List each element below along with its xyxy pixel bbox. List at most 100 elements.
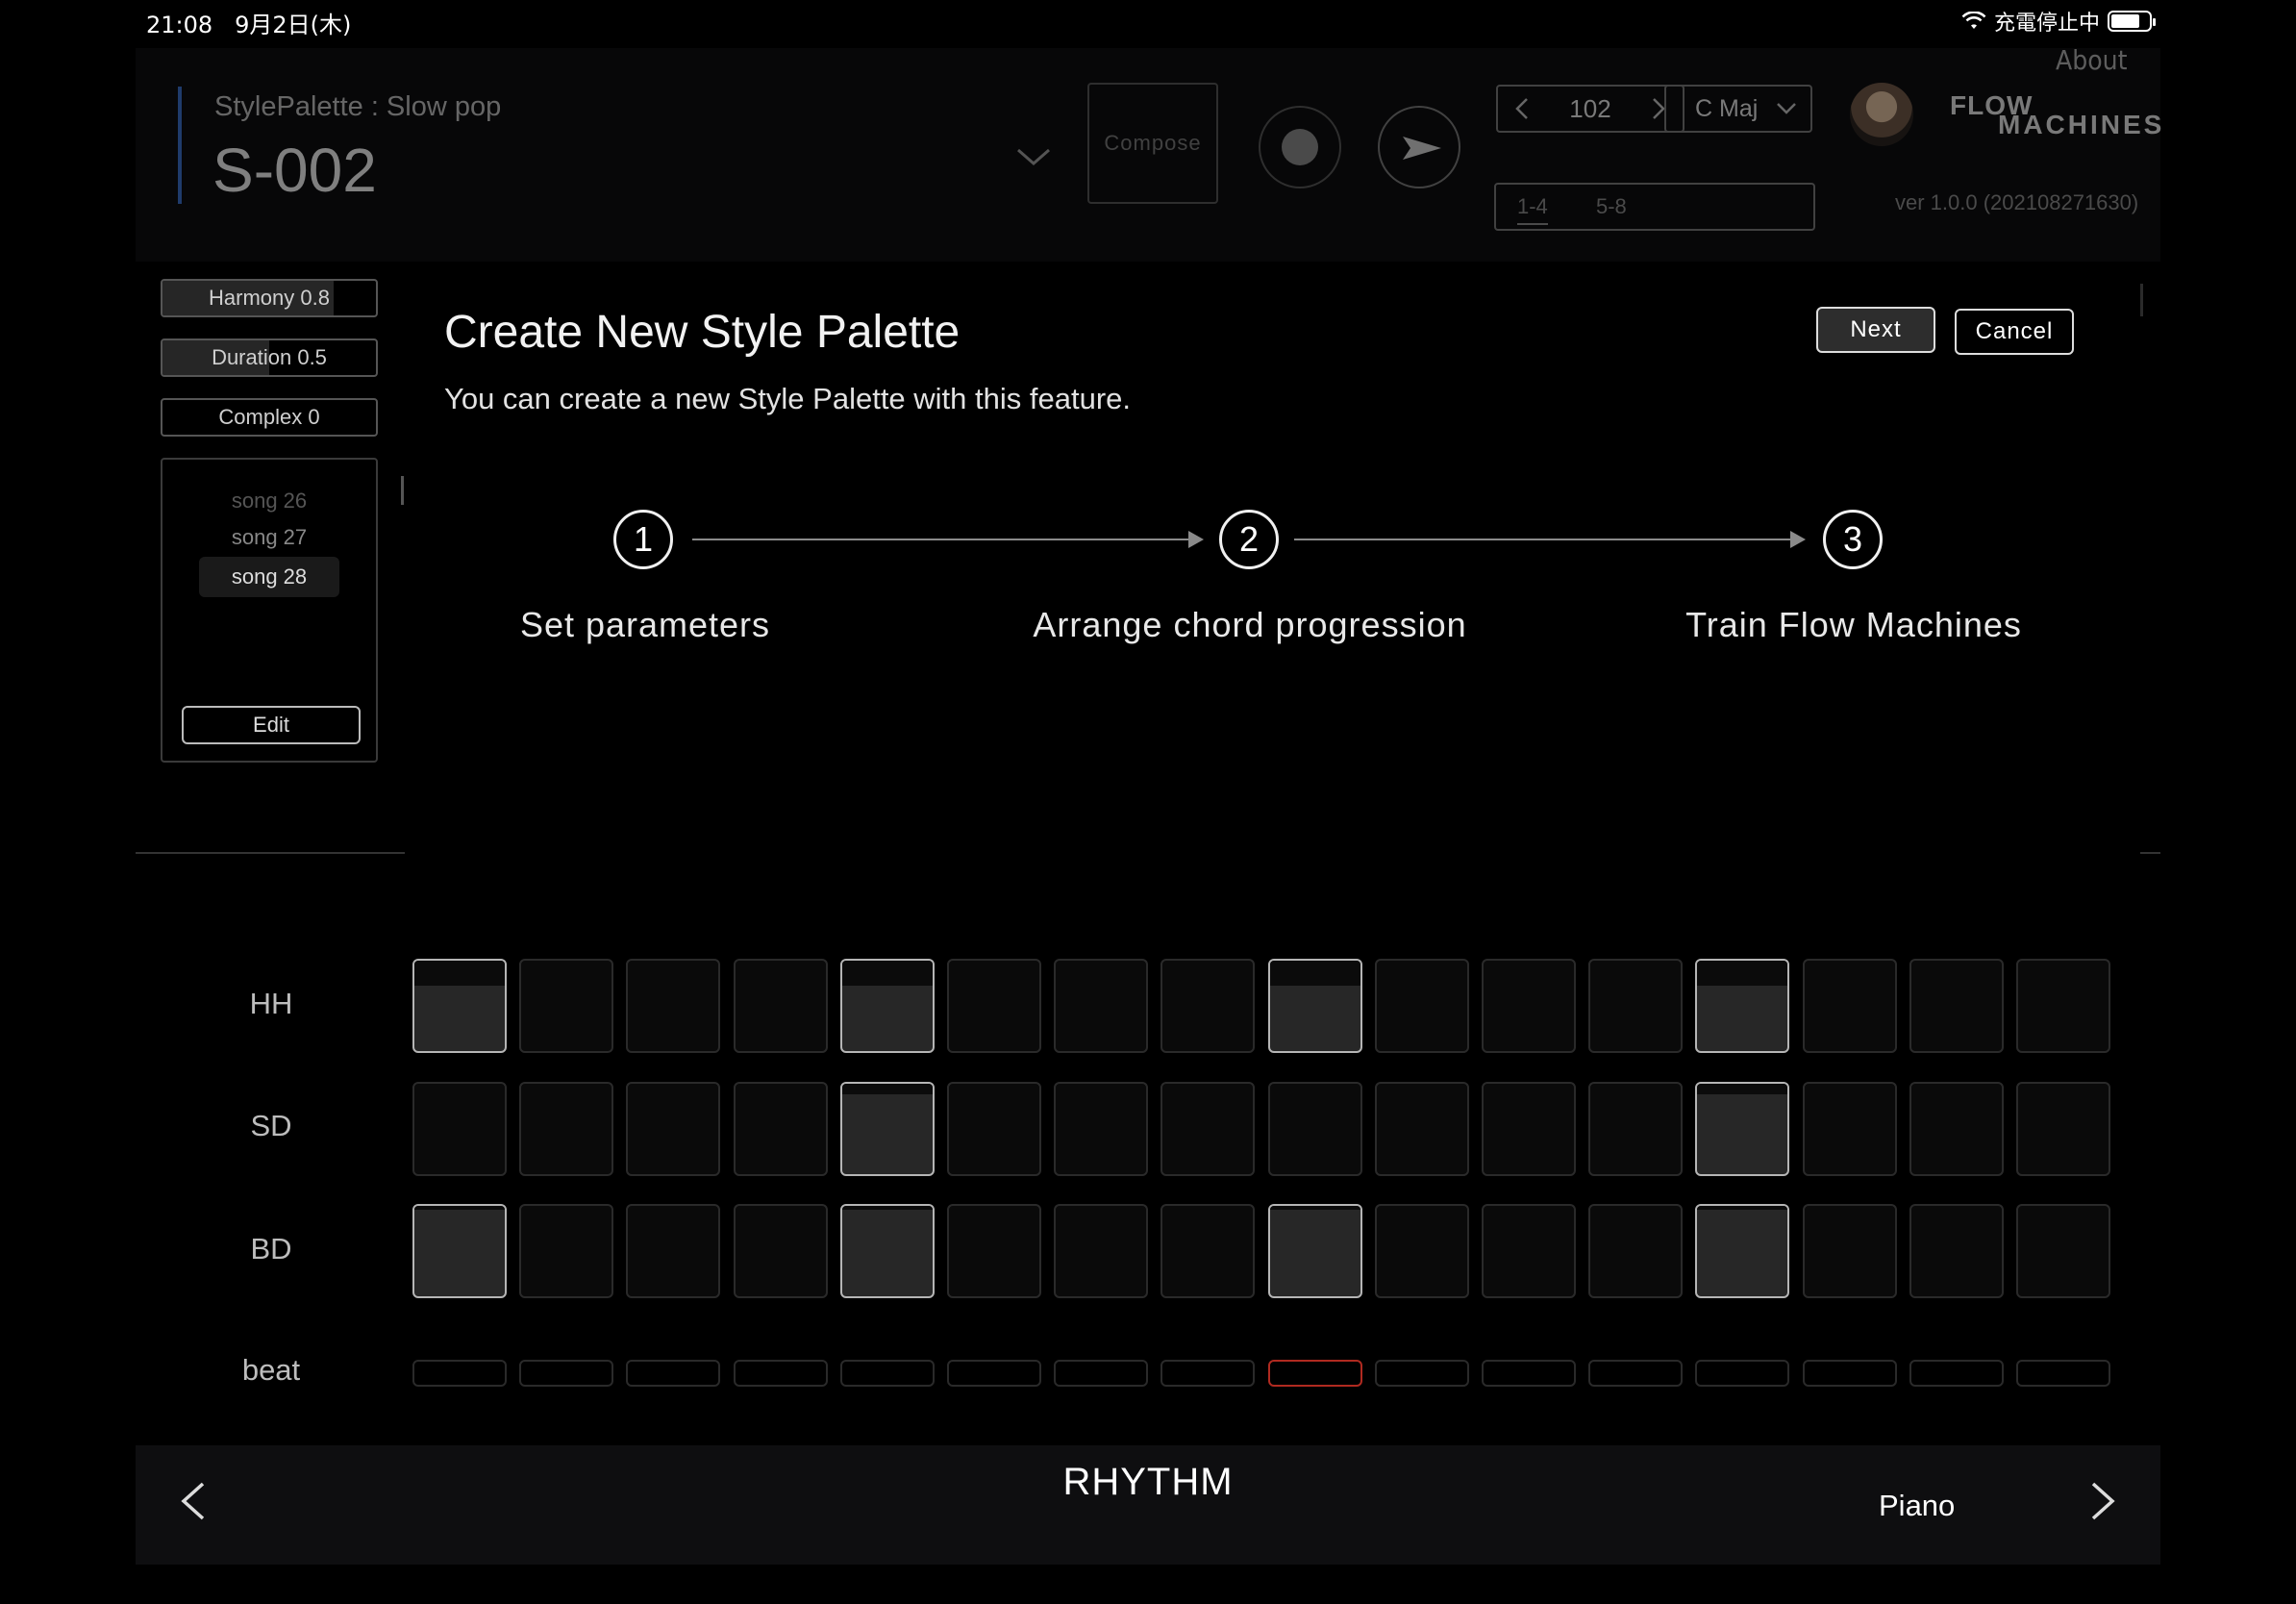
play-button[interactable] — [1378, 106, 1460, 188]
harmony-label: Harmony 0.8 — [209, 286, 330, 310]
chevron-down-icon[interactable] — [1014, 146, 1053, 169]
step-cell-hh-15[interactable] — [1909, 959, 2004, 1053]
song-list-item[interactable]: song 27 — [162, 525, 376, 550]
status-bar-right: 充電停止中 — [1961, 6, 2156, 37]
row-label-sd: SD — [250, 1109, 292, 1142]
scrollbar[interactable] — [401, 476, 404, 505]
step-cell-bd-12[interactable] — [1588, 1204, 1683, 1298]
wifi-icon — [1961, 12, 1986, 29]
step-cell-hh-2[interactable] — [519, 959, 613, 1053]
step-cell-hh-16[interactable] — [2016, 959, 2110, 1053]
step-cell-hh-12[interactable] — [1588, 959, 1683, 1053]
step-cell-hh-14[interactable] — [1803, 959, 1897, 1053]
step-cell-bd-7[interactable] — [1054, 1204, 1148, 1298]
step-cell-bd-6[interactable] — [947, 1204, 1041, 1298]
step-cell-hh-8[interactable] — [1160, 959, 1255, 1053]
step-cell-bd-8[interactable] — [1160, 1204, 1255, 1298]
play-icon — [1403, 137, 1441, 160]
app-header: StylePalette : Slow pop S-002 Compose 10… — [136, 44, 2161, 262]
logo-machines: MACHINES — [1998, 110, 2165, 139]
beat-indicator-12 — [1588, 1360, 1683, 1387]
step-cell-hh-1[interactable] — [412, 959, 507, 1053]
status-bar-clock: 21:08 9月2日(木) — [146, 6, 351, 39]
compose-button[interactable]: Compose — [1087, 83, 1218, 204]
step-cell-sd-3[interactable] — [626, 1082, 720, 1176]
step-cell-sd-15[interactable] — [1909, 1082, 2004, 1176]
song-list[interactable]: song 26 song 27 song 28 Edit — [161, 458, 378, 763]
user-avatar[interactable] — [1850, 83, 1913, 146]
step-cell-sd-8[interactable] — [1160, 1082, 1255, 1176]
beat-indicator-11 — [1482, 1360, 1576, 1387]
complex-slider[interactable]: Complex 0 — [161, 398, 378, 437]
chevron-right-icon[interactable] — [1652, 97, 1665, 120]
step-cell-bd-13[interactable] — [1695, 1204, 1789, 1298]
bar-range-5-8[interactable]: 5-8 — [1596, 194, 1627, 219]
step-cell-bd-16[interactable] — [2016, 1204, 2110, 1298]
step-cell-sd-14[interactable] — [1803, 1082, 1897, 1176]
status-time: 21:08 — [146, 12, 213, 38]
step-cell-hh-9[interactable] — [1268, 959, 1362, 1053]
step-cell-sd-7[interactable] — [1054, 1082, 1148, 1176]
cancel-button[interactable]: Cancel — [1955, 309, 2074, 355]
step-2-label: Arrange chord progression — [1033, 605, 1467, 644]
step-cell-hh-3[interactable] — [626, 959, 720, 1053]
key-select[interactable]: C Maj — [1664, 85, 1812, 133]
tempo-stepper[interactable]: 102 — [1496, 85, 1685, 133]
song-list-item[interactable]: song 26 — [162, 489, 376, 514]
duration-slider[interactable]: Duration 0.5 — [161, 338, 378, 377]
step-cell-hh-6[interactable] — [947, 959, 1041, 1053]
step-cell-hh-13[interactable] — [1695, 959, 1789, 1053]
song-list-item-selected[interactable]: song 28 — [199, 557, 339, 597]
battery-icon — [2108, 11, 2156, 32]
step-cell-bd-2[interactable] — [519, 1204, 613, 1298]
next-button[interactable]: Next — [1816, 307, 1935, 353]
chevron-down-icon — [1777, 103, 1796, 114]
step-cell-bd-4[interactable] — [734, 1204, 828, 1298]
step-cell-sd-11[interactable] — [1482, 1082, 1576, 1176]
step-cell-sd-9[interactable] — [1268, 1082, 1362, 1176]
edit-button[interactable]: Edit — [182, 706, 361, 744]
harmony-slider[interactable]: Harmony 0.8 — [161, 279, 378, 317]
step-1-label: Set parameters — [519, 605, 771, 644]
divider — [2140, 852, 2160, 854]
step-cell-bd-1[interactable] — [412, 1204, 507, 1298]
step-cell-sd-10[interactable] — [1375, 1082, 1469, 1176]
beat-indicator-13 — [1695, 1360, 1789, 1387]
step-cell-bd-9[interactable] — [1268, 1204, 1362, 1298]
step-cell-bd-11[interactable] — [1482, 1204, 1576, 1298]
about-link[interactable]: About — [2056, 44, 2127, 76]
step-cell-sd-5[interactable] — [840, 1082, 935, 1176]
step-arrow — [1294, 531, 1806, 548]
step-cell-hh-5[interactable] — [840, 959, 935, 1053]
step-cell-sd-6[interactable] — [947, 1082, 1041, 1176]
bar-range-selector[interactable]: 1-4 5-8 — [1494, 183, 1815, 231]
step-cell-bd-14[interactable] — [1803, 1204, 1897, 1298]
step-cell-hh-10[interactable] — [1375, 959, 1469, 1053]
step-cell-sd-16[interactable] — [2016, 1082, 2110, 1176]
beat-indicator-14 — [1803, 1360, 1897, 1387]
row-label-bd: BD — [250, 1232, 292, 1266]
status-date: 9月2日(木) — [235, 12, 352, 38]
step-cell-bd-3[interactable] — [626, 1204, 720, 1298]
beat-indicator-6 — [947, 1360, 1041, 1387]
step-cell-hh-11[interactable] — [1482, 959, 1576, 1053]
step-cell-sd-13[interactable] — [1695, 1082, 1789, 1176]
step-cell-sd-1[interactable] — [412, 1082, 507, 1176]
step-cell-hh-7[interactable] — [1054, 959, 1148, 1053]
step-cell-hh-4[interactable] — [734, 959, 828, 1053]
bar-range-1-4[interactable]: 1-4 — [1517, 194, 1548, 225]
step-cell-bd-10[interactable] — [1375, 1204, 1469, 1298]
beat-indicator-4 — [734, 1360, 828, 1387]
chevron-left-icon[interactable] — [1515, 97, 1529, 120]
step-2-circle: 2 — [1219, 510, 1279, 569]
step-cell-bd-5[interactable] — [840, 1204, 935, 1298]
step-cell-sd-12[interactable] — [1588, 1082, 1683, 1176]
step-cell-bd-15[interactable] — [1909, 1204, 2004, 1298]
divider — [136, 852, 405, 854]
next-mode-label[interactable]: Piano — [1879, 1489, 1955, 1523]
record-button[interactable] — [1259, 106, 1341, 188]
chevron-right-icon[interactable] — [2089, 1480, 2118, 1522]
step-cell-sd-4[interactable] — [734, 1082, 828, 1176]
step-cell-sd-2[interactable] — [519, 1082, 613, 1176]
beat-indicator-2 — [519, 1360, 613, 1387]
